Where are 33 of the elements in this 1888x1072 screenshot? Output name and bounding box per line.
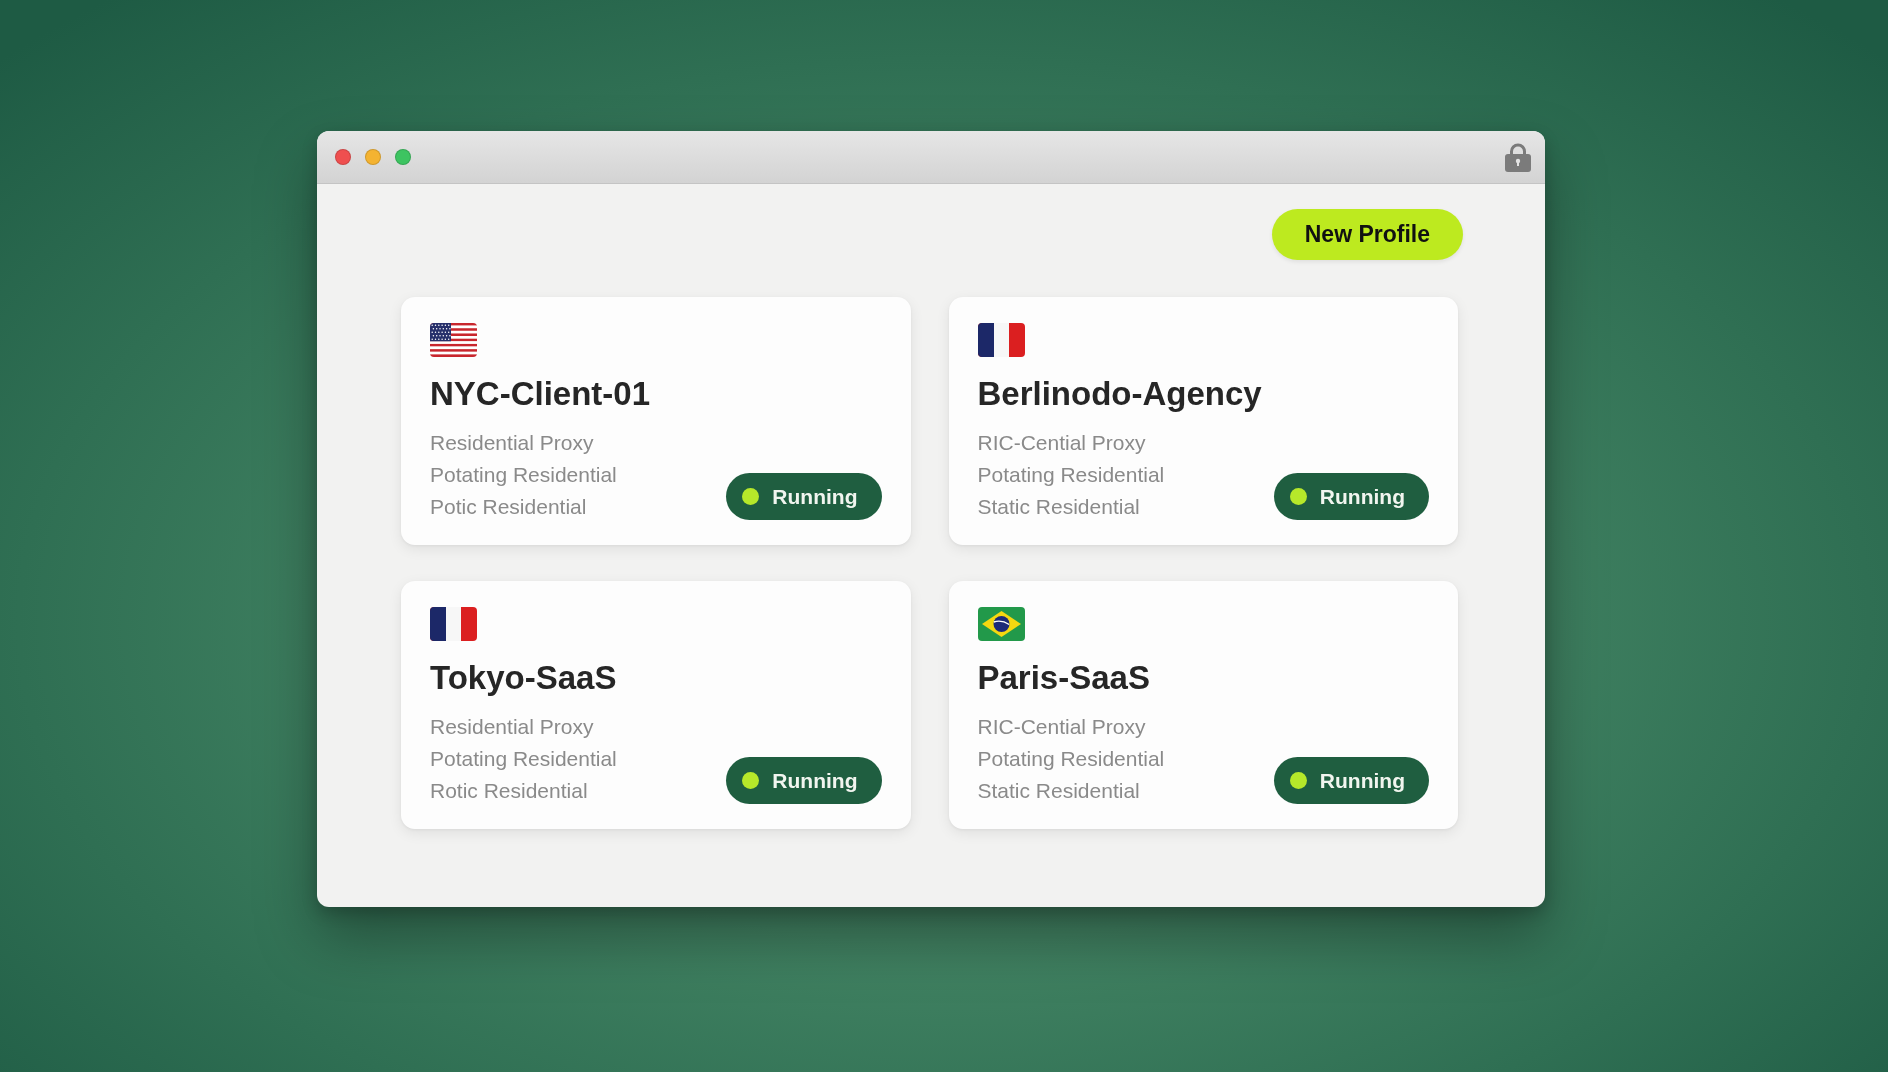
- close-button[interactable]: [335, 149, 351, 165]
- status-label: Running: [1319, 768, 1405, 793]
- detail-text: Static Residential: [977, 494, 1140, 520]
- detail-text: Potic Residential: [430, 494, 587, 520]
- detail-text: Potating Residential: [977, 746, 1165, 772]
- new-profile-button[interactable]: New Profile: [1271, 209, 1463, 260]
- detail-text: RIC-Cential Proxy: [977, 430, 1146, 456]
- status-dot-icon: [742, 488, 760, 505]
- status-label: Running: [772, 768, 858, 793]
- detail-text: Potating Residential: [430, 746, 617, 772]
- status-dot-icon: [1289, 488, 1307, 505]
- detail-text: RIC-Cential Proxy: [977, 714, 1146, 740]
- status-dot-icon: [1289, 772, 1307, 789]
- profile-name: NYC-Client-01: [430, 374, 651, 414]
- profile-name: Berlinodo-Agency: [977, 374, 1262, 414]
- status-label: Running: [772, 484, 858, 509]
- status-dot-icon: [742, 772, 760, 789]
- detail-text: Residential Proxy: [430, 714, 594, 740]
- detail-text: Rotic Residential: [430, 778, 588, 804]
- us-flag-icon: [430, 323, 477, 357]
- detail-text: Static Residential: [977, 778, 1140, 804]
- profile-name: Tokyo-SaaS: [430, 658, 617, 698]
- lock-icon: [1505, 142, 1531, 172]
- french-flag-icon: [430, 607, 477, 641]
- detail-text: Residential Proxy: [430, 430, 594, 456]
- detail-text: Potating Residential: [430, 462, 617, 488]
- french-flag-icon: [977, 323, 1025, 357]
- detail-text: Potating Residential: [977, 462, 1165, 488]
- maximize-button[interactable]: [395, 149, 411, 165]
- brazil-flag-icon: [977, 607, 1025, 641]
- status-label: Running: [1319, 484, 1405, 509]
- minimize-button[interactable]: [365, 149, 381, 165]
- profile-name: Paris-SaaS: [977, 658, 1150, 698]
